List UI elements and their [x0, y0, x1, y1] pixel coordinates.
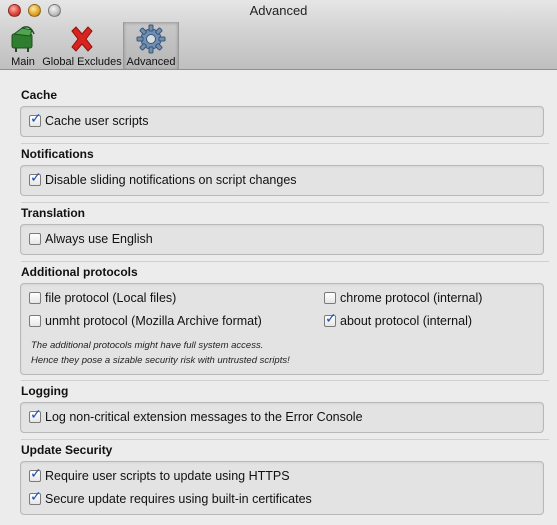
protocols-warning-line-1: The additional protocols might have full… — [31, 340, 264, 351]
translation-section-title: Translation — [21, 206, 86, 220]
notifications-section-title: Notifications — [21, 147, 94, 161]
cache-section-title: Cache — [21, 88, 58, 102]
about-protocol-label: about protocol (internal) — [340, 314, 473, 328]
cache-user-scripts-option[interactable]: Cache user scripts — [29, 111, 149, 128]
cache-user-scripts-checkbox[interactable] — [29, 111, 42, 127]
always-use-english-label: Always use English — [45, 232, 153, 246]
update-security-section-title: Update Security — [21, 443, 113, 457]
builtin-certificates-checkbox[interactable] — [29, 489, 42, 505]
about-protocol-option[interactable]: about protocol (internal) — [324, 311, 473, 328]
file-protocol-option[interactable]: file protocol (Local files) — [29, 291, 176, 305]
chrome-protocol-option[interactable]: chrome protocol (internal) — [324, 291, 482, 305]
unmht-protocol-label: unmht protocol (Mozilla Archive format) — [45, 314, 262, 328]
require-https-option[interactable]: Require user scripts to update using HTT… — [29, 466, 290, 483]
builtin-certificates-label: Secure update requires using built-in ce… — [45, 492, 312, 506]
section-divider — [21, 439, 549, 440]
tab-advanced-label: Advanced — [126, 56, 176, 68]
section-divider — [21, 143, 549, 144]
disable-sliding-notifications-checkbox[interactable] — [29, 170, 42, 186]
tab-global-excludes[interactable]: Global Excludes — [41, 22, 123, 69]
preferences-toolbar: Main Global Excludes Advanced — [5, 22, 179, 69]
chrome-protocol-label: chrome protocol (internal) — [340, 291, 483, 305]
greasemonkey-main-icon — [7, 24, 39, 54]
always-use-english-checkbox[interactable] — [29, 233, 41, 245]
unmht-protocol-option[interactable]: unmht protocol (Mozilla Archive format) — [29, 314, 262, 328]
section-divider — [21, 202, 549, 203]
require-https-label: Require user scripts to update using HTT… — [45, 469, 290, 483]
log-non-critical-checkbox[interactable] — [29, 407, 42, 423]
window-title: Advanced — [249, 3, 308, 18]
about-protocol-checkbox[interactable] — [324, 311, 337, 327]
file-protocol-label: file protocol (Local files) — [45, 291, 177, 305]
builtin-certificates-option[interactable]: Secure update requires using built-in ce… — [29, 489, 312, 506]
section-divider — [21, 261, 549, 262]
unmht-protocol-checkbox[interactable] — [29, 315, 41, 327]
file-protocol-checkbox[interactable] — [29, 292, 41, 304]
tab-advanced[interactable]: Advanced — [123, 22, 179, 69]
tab-main[interactable]: Main — [5, 22, 41, 69]
cache-user-scripts-label: Cache user scripts — [45, 114, 149, 128]
tab-main-label: Main — [11, 56, 35, 68]
red-x-icon — [66, 24, 98, 54]
disable-sliding-notifications-option[interactable]: Disable sliding notifications on script … — [29, 170, 297, 187]
logging-section-title: Logging — [21, 384, 69, 398]
log-non-critical-label: Log non-critical extension messages to t… — [45, 410, 363, 424]
protocols-section-title: Additional protocols — [21, 265, 138, 279]
protocols-warning-line-2: Hence they pose a sizable security risk … — [31, 355, 290, 366]
disable-sliding-notifications-label: Disable sliding notifications on script … — [45, 173, 297, 187]
always-use-english-option[interactable]: Always use English — [29, 232, 153, 246]
section-divider — [21, 380, 549, 381]
chrome-protocol-checkbox[interactable] — [324, 292, 336, 304]
gear-icon — [135, 24, 167, 54]
tab-global-excludes-label: Global Excludes — [42, 56, 122, 68]
window-titlebar: Advanced Main Global Excludes Advanced — [0, 0, 557, 70]
log-non-critical-option[interactable]: Log non-critical extension messages to t… — [29, 407, 363, 424]
require-https-checkbox[interactable] — [29, 466, 42, 482]
